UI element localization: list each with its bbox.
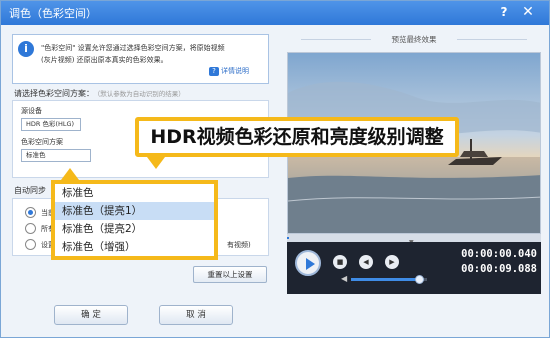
- volume-knob[interactable]: [415, 275, 425, 284]
- cancel-button[interactable]: 取 消: [159, 305, 233, 325]
- callout-text: HDR视频色彩还原和亮度级别调整: [150, 126, 444, 148]
- window-title: 调色（色彩空间）: [9, 7, 97, 20]
- dropdown-option-enhance[interactable]: 标准色（增强）: [55, 238, 214, 256]
- scheme-label: 请选择色彩空间方案： （默认参数为自动识别的结果）: [14, 88, 185, 99]
- color-space-dialog: 调色（色彩空间） ? ✕ i "色彩空间" 设置允许您通过选择色彩空间方案，将原…: [0, 0, 550, 338]
- sync-radio-custom-tail: 有视频): [227, 241, 251, 249]
- info-box: i "色彩空间" 设置允许您通过选择色彩空间方案，将原始视频 (灰片视频) 还原…: [12, 34, 269, 84]
- sync-radio-current[interactable]: [25, 207, 36, 218]
- stop-icon[interactable]: ■: [333, 255, 347, 269]
- feature-callout: HDR视频色彩还原和亮度级别调整: [135, 117, 459, 157]
- preview-panel: 预览最终效果 ■ ◀ ▶ ◀ 00:00:00.040 00:00:09.088: [281, 26, 547, 336]
- auto-sync-label: 自动同步: [14, 186, 46, 195]
- color-scheme-dropdown: 标准色 标准色（提亮1） 标准色（提亮2） 标准色（增强）: [51, 180, 218, 260]
- next-icon[interactable]: ▶: [385, 255, 399, 269]
- speaker-icon[interactable]: ◀: [341, 274, 347, 283]
- seek-bar[interactable]: [287, 234, 541, 242]
- details-link[interactable]: ? 详情说明: [209, 66, 249, 76]
- color-space-select[interactable]: 标准色: [21, 149, 91, 162]
- question-icon: ?: [209, 67, 219, 76]
- ok-button[interactable]: 确 定: [54, 305, 128, 325]
- playback-controls: ■ ◀ ▶ ◀ 00:00:00.040 00:00:09.088: [287, 242, 541, 294]
- seek-bar-fill: [287, 237, 289, 239]
- preview-title: 预览最终效果: [281, 34, 547, 45]
- scheme-label-text: 请选择色彩空间方案：: [14, 89, 94, 98]
- prev-icon[interactable]: ◀: [359, 255, 373, 269]
- callout-pointer-down: [147, 157, 165, 169]
- volume-fill: [351, 278, 420, 281]
- dropdown-option-brighten1[interactable]: 标准色（提亮1）: [55, 202, 214, 220]
- info-icon: i: [18, 41, 34, 57]
- source-device-label: 源设备: [21, 107, 42, 115]
- scheme-hint: （默认参数为自动识别的结果）: [97, 90, 185, 98]
- dropdown-option-brighten2[interactable]: 标准色（提亮2）: [55, 220, 214, 238]
- reset-button[interactable]: 重置以上设置: [193, 266, 267, 283]
- info-text-line2: (灰片视频) 还原出原本真实的色彩效果。: [41, 56, 168, 64]
- help-icon[interactable]: ?: [495, 4, 513, 21]
- source-device-select[interactable]: HDR 色彩(HLG): [21, 118, 81, 131]
- callout-pointer-up: [61, 168, 79, 180]
- total-time: 00:00:09.088: [461, 263, 537, 275]
- color-space-label: 色彩空间方案: [21, 138, 63, 146]
- dropdown-option-standard[interactable]: 标准色: [55, 184, 214, 202]
- sync-radio-all[interactable]: [25, 223, 36, 234]
- info-text-line1: "色彩空间" 设置允许您通过选择色彩空间方案，将原始视频: [41, 44, 225, 52]
- current-time: 00:00:00.040: [461, 248, 537, 260]
- sync-radio-custom[interactable]: [25, 239, 36, 250]
- close-icon[interactable]: ✕: [519, 4, 537, 21]
- details-link-label: 详情说明: [221, 67, 249, 75]
- volume-slider[interactable]: [351, 275, 427, 284]
- play-icon[interactable]: [295, 250, 321, 276]
- title-bar: 调色（色彩空间） ? ✕: [1, 1, 549, 25]
